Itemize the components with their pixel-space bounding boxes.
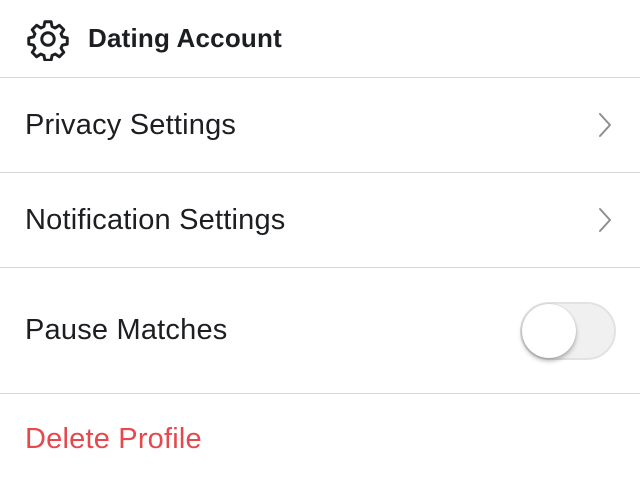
pause-matches-toggle[interactable] (520, 301, 616, 360)
chevron-right-icon (596, 206, 614, 234)
delete-profile-row[interactable]: Delete Profile (0, 394, 640, 483)
privacy-settings-label: Privacy Settings (25, 108, 237, 141)
pause-matches-row: Pause Matches (0, 268, 640, 394)
notification-settings-row[interactable]: Notification Settings (0, 173, 640, 268)
privacy-settings-row[interactable]: Privacy Settings (0, 78, 640, 173)
pause-matches-label: Pause Matches (25, 314, 228, 346)
gear-icon (24, 15, 72, 63)
page-title: Dating Account (88, 23, 282, 53)
toggle-knob (522, 303, 576, 358)
dating-account-settings-screen: Dating Account Privacy Settings Notifica… (0, 0, 640, 483)
notification-settings-label: Notification Settings (25, 203, 286, 236)
delete-profile-button[interactable]: Delete Profile (25, 423, 202, 456)
chevron-right-icon (596, 111, 614, 139)
section-header: Dating Account (0, 0, 640, 78)
